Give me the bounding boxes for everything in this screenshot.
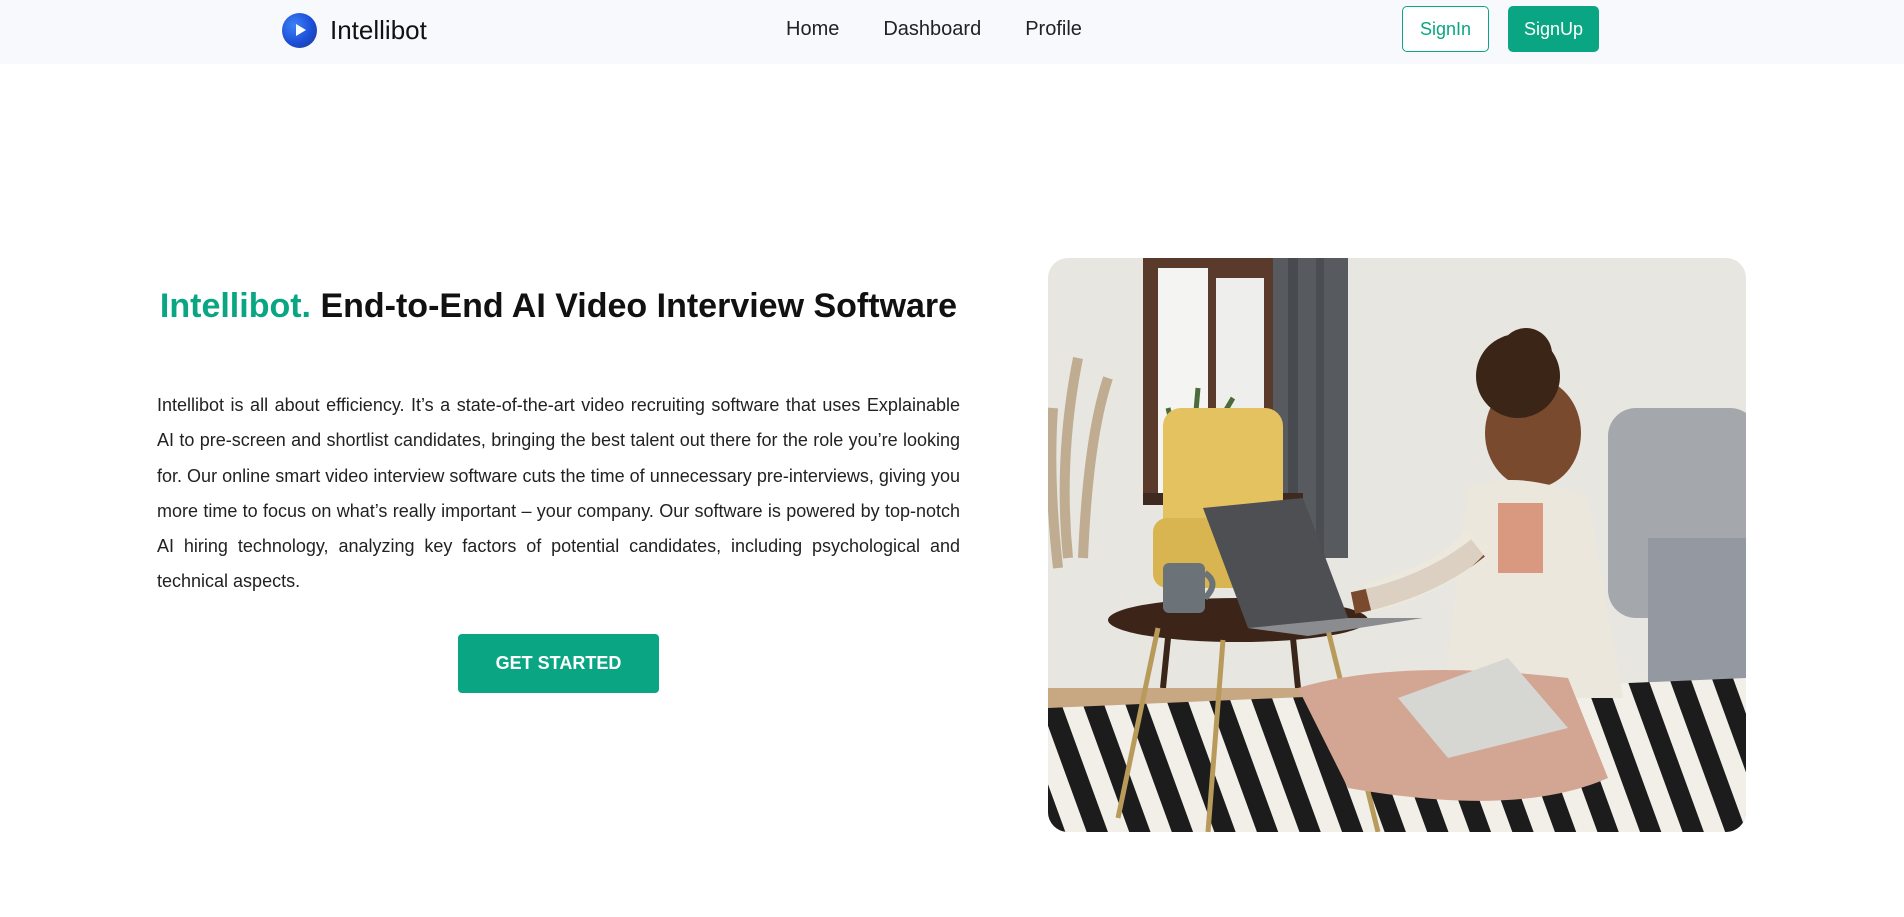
brand-name: Intellibot [330, 14, 427, 45]
brand-logo-link[interactable]: Intellibot [282, 12, 427, 48]
hero-image [1048, 258, 1746, 832]
play-icon [282, 12, 317, 48]
nav-link-profile[interactable]: Profile [1025, 18, 1082, 41]
navbar: Intellibot Home Dashboard Profile SignIn… [0, 0, 1904, 64]
get-started-button[interactable]: GET STARTED [458, 634, 659, 693]
nav-link-dashboard[interactable]: Dashboard [883, 18, 981, 41]
nav-link-home[interactable]: Home [786, 18, 839, 41]
hero-title-rest: End-to-End AI Video Interview Software [311, 287, 958, 325]
hero-description: Intellibot is all about efficiency. It’s… [157, 395, 960, 592]
signin-button[interactable]: SignIn [1402, 6, 1489, 52]
hero-title-accent: Intellibot. [159, 287, 311, 325]
signup-button[interactable]: SignUp [1508, 6, 1599, 52]
hero-title: Intellibot. End-to-End AI Video Intervie… [157, 286, 960, 326]
main-nav: Home Dashboard Profile [786, 18, 1082, 41]
